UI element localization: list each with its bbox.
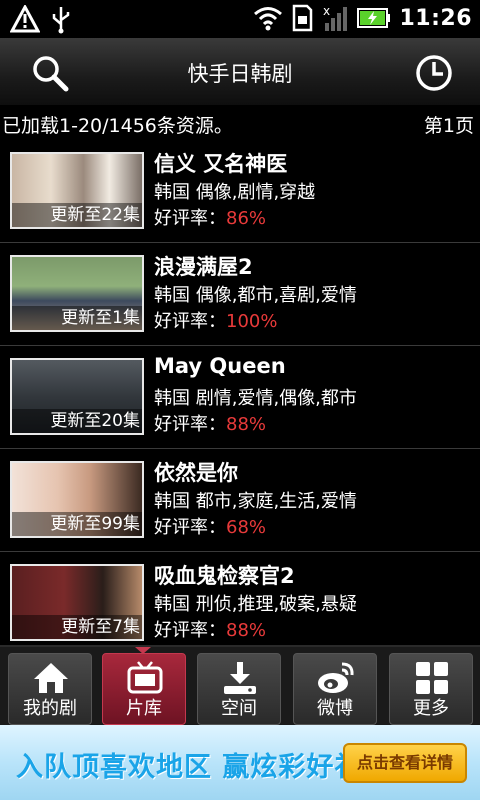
tab-weibo[interactable]: 微博: [293, 653, 377, 725]
rating-label: 好评率：: [154, 620, 226, 641]
show-rating: 好评率：86%: [154, 204, 266, 230]
ad-banner[interactable]: 入队顶喜欢地区 赢炫彩好礼 点击查看详情: [0, 725, 480, 800]
rating-value: 100%: [226, 311, 278, 332]
download-icon: [224, 662, 256, 694]
ad-text: 入队顶喜欢地区 赢炫彩好礼: [16, 752, 363, 783]
rating-label: 好评率：: [154, 414, 226, 435]
grid-icon: [416, 662, 448, 694]
rating-value: 88%: [226, 414, 267, 435]
wifi-icon: [254, 7, 283, 31]
bottom-tab-bar: 我的剧 片库 空间 微博 更多: [0, 645, 480, 725]
show-rating: 好评率：68%: [154, 513, 266, 539]
rating-value: 86%: [226, 208, 267, 229]
rating-label: 好评率：: [154, 517, 226, 538]
ad-details-button[interactable]: 点击查看详情: [343, 743, 467, 783]
show-thumbnail: 更新至1集: [10, 255, 144, 332]
show-title: 依然是你: [154, 461, 238, 485]
rating-label: 好评率：: [154, 311, 226, 332]
show-rating: 好评率：88%: [154, 616, 266, 642]
episode-badge: 更新至7集: [12, 615, 142, 639]
signal-off-icon: x: [323, 4, 348, 31]
status-bar: x 11:26: [0, 0, 480, 38]
tab-label: 我的剧: [23, 698, 77, 719]
tab-label: 微博: [317, 698, 353, 719]
title-bar: 快手日韩剧: [0, 38, 480, 106]
usb-icon: [52, 7, 70, 34]
page-indicator: 第1页: [423, 115, 474, 137]
home-icon: [34, 663, 68, 693]
show-meta: 韩国 刑侦,推理,破案,悬疑: [154, 594, 357, 615]
resource-info: 已加载1-20/1456条资源。 第1页: [0, 106, 480, 140]
show-meta: 韩国 偶像,剧情,穿越: [154, 182, 316, 203]
show-rating: 好评率：88%: [154, 410, 266, 436]
list-item[interactable]: 更新至22集 信义 又名神医 韩国 偶像,剧情,穿越 好评率：86%: [0, 140, 480, 243]
show-meta: 韩国 偶像,都市,喜剧,爱情: [154, 285, 357, 306]
sd-card-icon: [293, 4, 313, 32]
show-meta: 韩国 剧情,爱情,偶像,都市: [154, 388, 357, 409]
show-title: May Queen: [154, 354, 286, 378]
episode-badge: 更新至1集: [12, 306, 142, 330]
episode-badge: 更新至99集: [12, 512, 142, 536]
show-meta: 韩国 都市,家庭,生活,爱情: [154, 491, 357, 512]
show-thumbnail: 更新至20集: [10, 358, 144, 435]
tab-label: 片库: [126, 698, 162, 719]
battery-charging-icon: [357, 8, 391, 28]
show-thumbnail: 更新至22集: [10, 152, 144, 229]
rating-label: 好评率：: [154, 208, 226, 229]
weibo-icon: [318, 662, 354, 693]
episode-badge: 更新至22集: [12, 203, 142, 227]
list-item[interactable]: 更新至1集 浪漫满屋2 韩国 偶像,都市,喜剧,爱情 好评率：100%: [0, 243, 480, 346]
alert-icon: [10, 5, 40, 33]
clock-time: 11:26: [399, 5, 472, 31]
svg-text:x: x: [323, 4, 330, 18]
show-title: 浪漫满屋2: [154, 255, 253, 279]
loaded-count: 已加载1-20/1456条资源。: [2, 115, 233, 137]
show-title: 吸血鬼检察官2: [154, 564, 295, 588]
show-list: 更新至22集 信义 又名神医 韩国 偶像,剧情,穿越 好评率：86% 更新至1集…: [0, 140, 480, 645]
tv-icon: [127, 661, 163, 694]
list-item[interactable]: 更新至7集 吸血鬼检察官2 韩国 刑侦,推理,破案,悬疑 好评率：88%: [0, 552, 480, 645]
history-icon[interactable]: [413, 52, 455, 94]
show-title: 信义 又名神医: [154, 152, 288, 176]
show-thumbnail: 更新至99集: [10, 461, 144, 538]
tab-my-shows[interactable]: 我的剧: [8, 653, 92, 725]
tab-label: 空间: [221, 698, 257, 719]
tab-label: 更多: [413, 698, 449, 719]
rating-value: 68%: [226, 517, 267, 538]
episode-badge: 更新至20集: [12, 409, 142, 433]
page-title: 快手日韩剧: [187, 62, 293, 86]
show-thumbnail: 更新至7集: [10, 564, 144, 641]
tab-space[interactable]: 空间: [197, 653, 281, 725]
list-item[interactable]: 更新至20集 May Queen 韩国 剧情,爱情,偶像,都市 好评率：88%: [0, 346, 480, 449]
list-item[interactable]: 更新至99集 依然是你 韩国 都市,家庭,生活,爱情 好评率：68%: [0, 449, 480, 552]
tab-more[interactable]: 更多: [389, 653, 473, 725]
show-rating: 好评率：100%: [154, 307, 277, 333]
tab-library[interactable]: 片库: [102, 653, 186, 725]
rating-value: 88%: [226, 620, 267, 641]
